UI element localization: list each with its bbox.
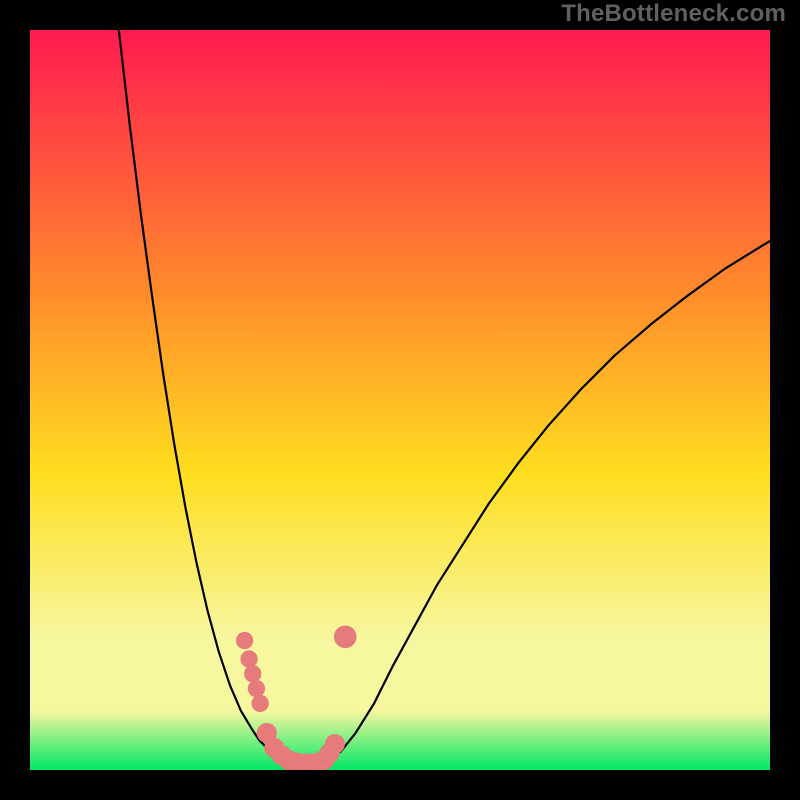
watermark-text: TheBottleneck.com — [561, 0, 786, 28]
data-dot — [244, 665, 261, 682]
gradient-bg — [30, 30, 770, 770]
chart-plot — [30, 30, 770, 770]
data-dot — [240, 650, 257, 667]
data-dot — [236, 632, 253, 649]
data-dot — [248, 680, 265, 697]
data-dot — [251, 695, 268, 712]
data-dot — [325, 734, 345, 754]
chart-frame: TheBottleneck.com — [0, 0, 800, 800]
data-dot — [334, 625, 357, 648]
chart-svg — [30, 30, 770, 770]
